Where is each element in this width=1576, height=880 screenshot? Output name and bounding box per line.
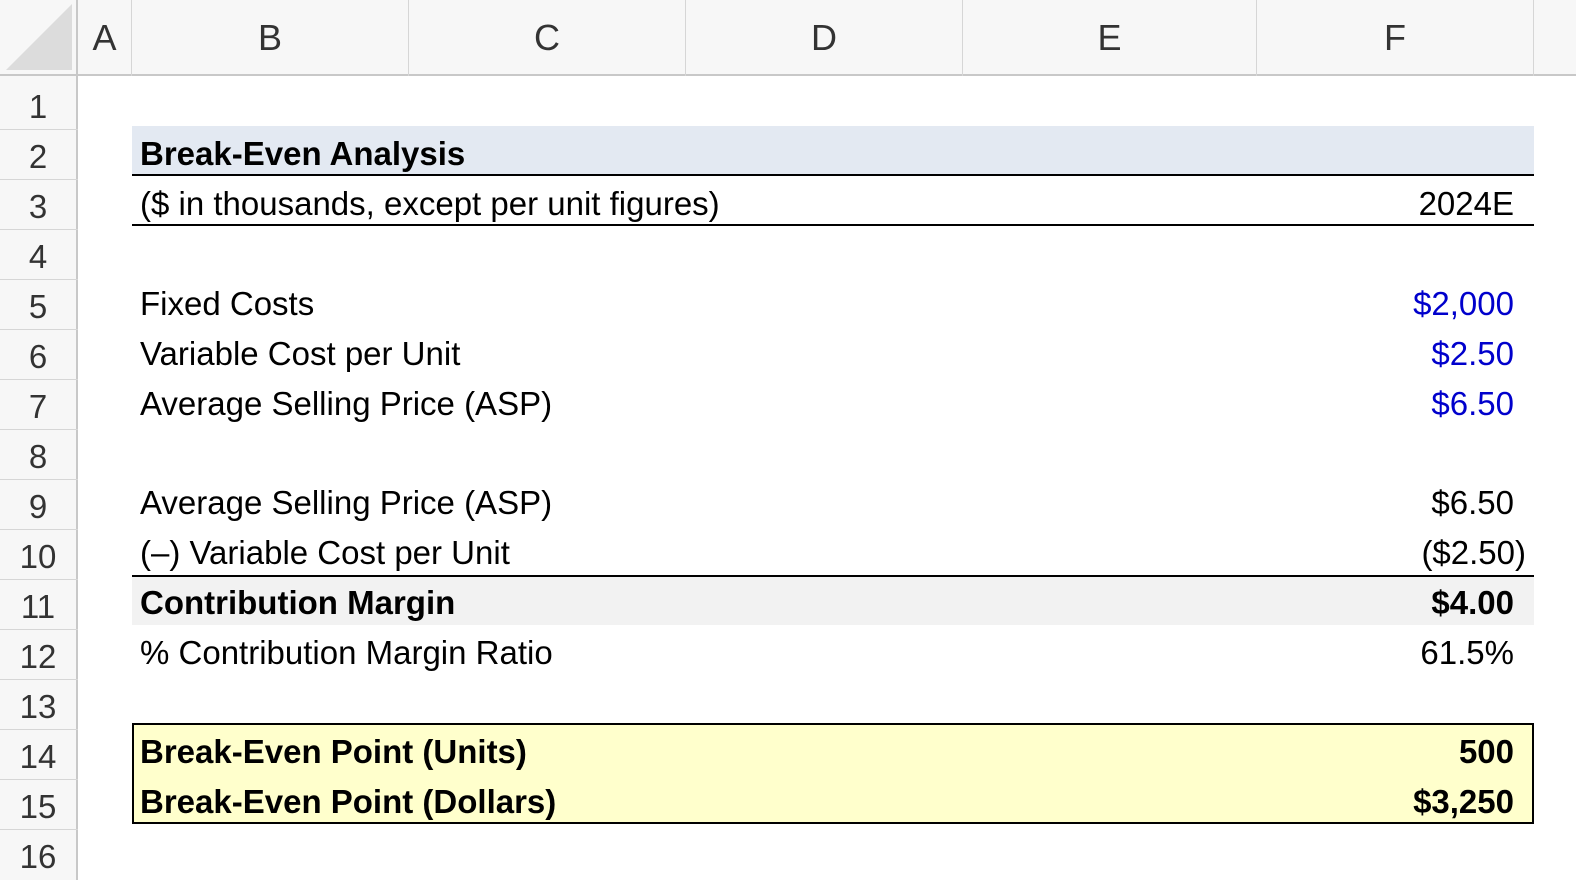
variable-cost-value[interactable]: $2.50 [1431, 327, 1514, 377]
column-header-g[interactable] [1534, 0, 1576, 76]
fixed-costs-label[interactable]: Fixed Costs [140, 277, 314, 327]
row-header-2[interactable]: 2 [0, 130, 78, 180]
variable-cost-label[interactable]: Variable Cost per Unit [140, 327, 460, 377]
row-header-16[interactable]: 16 [0, 830, 78, 880]
row-header-5[interactable]: 5 [0, 280, 78, 330]
period-label[interactable]: 2024E [1419, 177, 1514, 227]
column-header-c[interactable]: C [409, 0, 686, 76]
row-header-9[interactable]: 9 [0, 480, 78, 530]
calc-asp-label[interactable]: Average Selling Price (ASP) [140, 476, 552, 526]
row-header-3[interactable]: 3 [0, 180, 78, 230]
row-header-1[interactable]: 1 [0, 80, 78, 130]
bep-units-value[interactable]: 500 [1459, 725, 1514, 775]
contribution-margin-value[interactable]: $4.00 [1431, 576, 1514, 626]
sheet-title[interactable]: Break-Even Analysis [140, 127, 465, 177]
calc-variable-cost-value[interactable]: ($2.50) [1421, 526, 1526, 576]
row-header-10[interactable]: 10 [0, 530, 78, 580]
asp-label[interactable]: Average Selling Price (ASP) [140, 377, 552, 427]
cm-ratio-value[interactable]: 61.5% [1420, 626, 1514, 676]
calc-asp-value[interactable]: $6.50 [1431, 476, 1514, 526]
cm-ratio-label[interactable]: % Contribution Margin Ratio [140, 626, 553, 676]
fixed-costs-value[interactable]: $2,000 [1413, 277, 1514, 327]
bep-units-label[interactable]: Break-Even Point (Units) [140, 725, 527, 775]
column-header-f[interactable]: F [1257, 0, 1534, 76]
row-header-15[interactable]: 15 [0, 780, 78, 830]
spreadsheet: A B C D E F 1 2 3 4 5 6 7 8 9 10 11 12 1… [0, 0, 1576, 880]
column-header-a[interactable]: A [78, 0, 132, 76]
row-header-8[interactable]: 8 [0, 430, 78, 480]
row-header-11[interactable]: 11 [0, 580, 78, 630]
bep-dollars-label[interactable]: Break-Even Point (Dollars) [140, 775, 556, 825]
row-header-6[interactable]: 6 [0, 330, 78, 380]
bep-dollars-value[interactable]: $3,250 [1413, 775, 1514, 825]
column-header-b[interactable]: B [132, 0, 409, 76]
row-header-4[interactable]: 4 [0, 230, 78, 280]
contribution-margin-label[interactable]: Contribution Margin [140, 576, 455, 626]
row-header-13[interactable]: 13 [0, 680, 78, 730]
column-header-e[interactable]: E [963, 0, 1257, 76]
column-header-d[interactable]: D [686, 0, 963, 76]
select-all-corner[interactable] [0, 0, 78, 76]
row-header-12[interactable]: 12 [0, 630, 78, 680]
asp-value[interactable]: $6.50 [1431, 377, 1514, 427]
sheet-subtitle[interactable]: ($ in thousands, except per unit figures… [140, 177, 720, 227]
row-header-7[interactable]: 7 [0, 380, 78, 430]
row-header-14[interactable]: 14 [0, 730, 78, 780]
select-all-triangle-icon [6, 4, 72, 70]
calc-variable-cost-label[interactable]: (–) Variable Cost per Unit [140, 526, 510, 576]
